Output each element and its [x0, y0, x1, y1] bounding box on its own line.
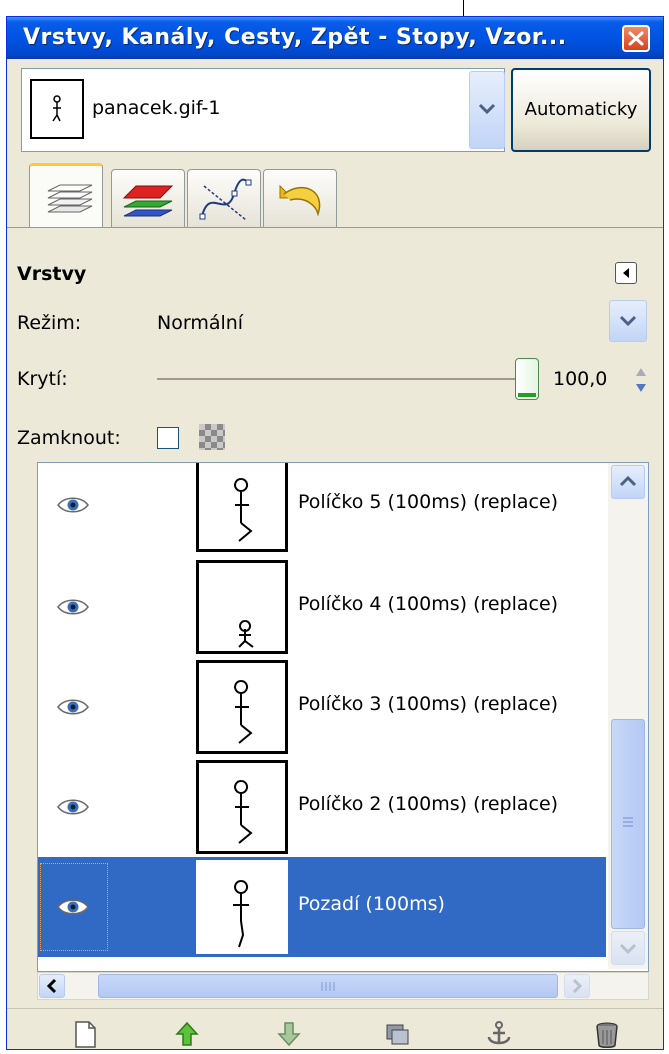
- stick-figure-icon: [52, 95, 61, 122]
- stick-figure-icon: [233, 880, 249, 948]
- visibility-toggle[interactable]: [56, 495, 90, 519]
- layer-thumbnail: [196, 660, 288, 754]
- delete-layer-button[interactable]: [589, 1015, 625, 1049]
- layer-list: Políčko 5 (100ms) (replace) Políčko 4 (10…: [37, 462, 649, 972]
- tab-undo-history[interactable]: [263, 169, 337, 227]
- vertical-scrollbar[interactable]: [608, 463, 648, 969]
- layer-row[interactable]: Políčko 2 (100ms) (replace): [38, 757, 606, 857]
- mode-dropdown-button[interactable]: [609, 300, 647, 342]
- layer-thumbnail: [196, 760, 288, 854]
- image-thumbnail: [30, 79, 84, 139]
- layer-name[interactable]: Políčko 5 (100ms) (replace): [298, 491, 558, 513]
- horizontal-scroll-thumb[interactable]: [98, 974, 558, 998]
- grip-icon: [321, 982, 335, 991]
- layer-row[interactable]: Políčko 5 (100ms) (replace): [38, 463, 606, 555]
- layer-thumbnail: [196, 560, 288, 654]
- layer-row[interactable]: Políčko 4 (100ms) (replace): [38, 557, 606, 657]
- eye-icon: [57, 599, 89, 615]
- scroll-right-button[interactable]: [564, 974, 590, 998]
- lock-alpha-icon[interactable]: [199, 424, 225, 450]
- anchor-layer-icon: [487, 1021, 511, 1045]
- lock-pixels-checkbox[interactable]: [157, 427, 179, 449]
- layer-name[interactable]: Políčko 3 (100ms) (replace): [298, 693, 558, 715]
- horizontal-scrollbar[interactable]: [37, 972, 649, 1000]
- layer-thumbnail: [196, 860, 288, 954]
- layers-panel: Vrstvy Režim: Normální Krytí: 100,0 Zamk…: [7, 227, 663, 1049]
- stick-figure-icon: [234, 478, 253, 542]
- tab-channels[interactable]: [111, 169, 185, 227]
- lower-layer-button[interactable]: [271, 1015, 307, 1049]
- image-dropdown-button[interactable]: [469, 71, 505, 149]
- chevron-up-icon: [619, 475, 637, 487]
- close-button[interactable]: [622, 25, 650, 52]
- new-layer-button[interactable]: [67, 1015, 103, 1049]
- layer-toolbar: [7, 1008, 663, 1049]
- eye-icon: [57, 699, 89, 715]
- paths-tab-icon: [199, 178, 252, 221]
- window-title: Vrstvy, Kanály, Cesty, Zpět - Stopy, Vzo…: [23, 25, 567, 50]
- chevron-down-icon: [619, 943, 637, 955]
- raise-layer-icon: [175, 1021, 199, 1046]
- layer-thumbnail: [196, 463, 288, 552]
- delete-layer-icon: [596, 1022, 618, 1048]
- opacity-slider-track[interactable]: [157, 378, 519, 380]
- undo-tab-icon: [279, 184, 321, 217]
- raise-layer-button[interactable]: [169, 1015, 205, 1049]
- opacity-value[interactable]: 100,0: [553, 368, 607, 390]
- new-layer-icon: [75, 1021, 96, 1048]
- duplicate-layer-button[interactable]: [379, 1015, 415, 1049]
- image-name: panacek.gif-1: [92, 97, 221, 119]
- mode-label: Režim:: [17, 312, 82, 334]
- chevron-right-icon: [572, 978, 583, 994]
- triangle-left-icon: [623, 268, 629, 278]
- anchor-layer-button[interactable]: [481, 1015, 517, 1049]
- chevron-down-icon: [478, 103, 496, 115]
- scroll-down-button[interactable]: [611, 931, 645, 965]
- layers-tab-icon: [47, 184, 93, 213]
- chevron-left-icon: [46, 978, 57, 994]
- tab-layers[interactable]: [29, 163, 103, 229]
- eye-icon: [57, 899, 89, 915]
- duplicate-layer-icon: [386, 1024, 409, 1045]
- stick-figure-icon: [238, 620, 254, 648]
- tab-paths[interactable]: [187, 169, 261, 227]
- lock-label: Zamknout:: [17, 427, 121, 449]
- layer-row[interactable]: Políčko 3 (100ms) (replace): [38, 657, 606, 757]
- layer-name[interactable]: Pozadí (100ms): [298, 893, 445, 915]
- visibility-toggle[interactable]: [56, 697, 90, 721]
- image-selector[interactable]: panacek.gif-1: [21, 68, 505, 152]
- dock-window: Vrstvy, Kanály, Cesty, Zpět - Stopy, Vzo…: [6, 16, 664, 1050]
- layer-name[interactable]: Políčko 4 (100ms) (replace): [298, 593, 558, 615]
- mode-select[interactable]: Normální: [157, 312, 243, 334]
- vertical-scroll-thumb[interactable]: [611, 719, 645, 929]
- chevron-down-icon: [619, 315, 637, 327]
- opacity-label: Krytí:: [17, 368, 68, 390]
- channels-tab-icon: [122, 185, 174, 217]
- spin-arrows-icon[interactable]: [633, 364, 649, 396]
- lower-layer-icon: [277, 1022, 301, 1047]
- panel-title: Vrstvy: [17, 263, 87, 285]
- visibility-toggle[interactable]: [56, 597, 90, 621]
- panel-menu-button[interactable]: [615, 262, 637, 284]
- layer-row[interactable]: Pozadí (100ms): [38, 857, 606, 957]
- close-icon: [628, 31, 644, 46]
- eye-icon: [57, 497, 89, 513]
- dock-tabs: [7, 163, 663, 229]
- visibility-toggle[interactable]: [56, 897, 90, 921]
- title-bar[interactable]: Vrstvy, Kanály, Cesty, Zpět - Stopy, Vzo…: [7, 17, 663, 59]
- scroll-up-button[interactable]: [611, 465, 645, 499]
- top-divider-line: [463, 0, 464, 16]
- auto-button[interactable]: Automaticky: [511, 68, 651, 152]
- layer-name[interactable]: Políčko 2 (100ms) (replace): [298, 793, 558, 815]
- visibility-toggle[interactable]: [56, 797, 90, 821]
- eye-icon: [57, 799, 89, 815]
- grip-icon: [623, 817, 633, 827]
- stick-figure-icon: [234, 780, 253, 844]
- scroll-left-button[interactable]: [39, 974, 65, 998]
- opacity-slider-handle[interactable]: [515, 358, 539, 400]
- stick-figure-icon: [234, 680, 253, 744]
